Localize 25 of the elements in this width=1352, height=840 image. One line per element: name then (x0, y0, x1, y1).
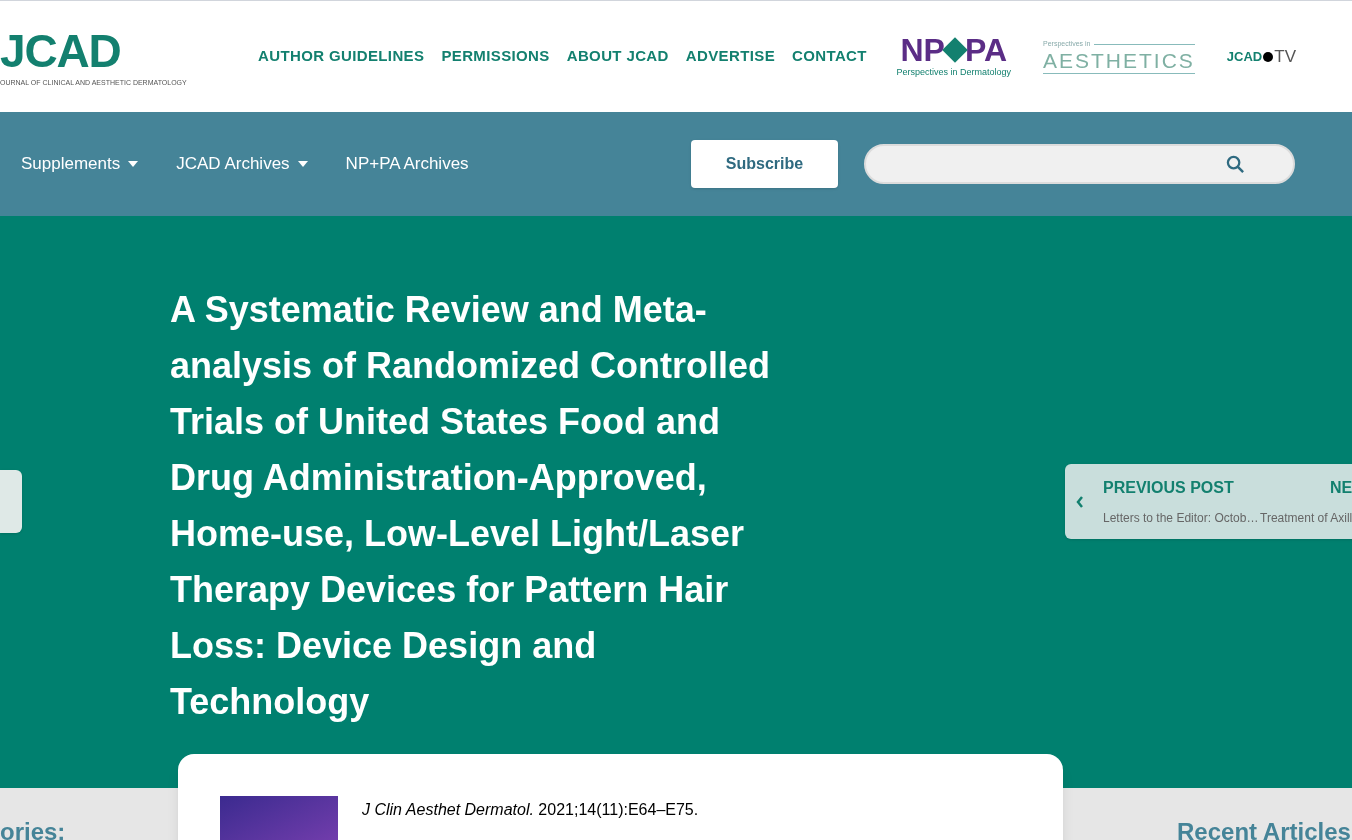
search-icon[interactable] (1226, 154, 1245, 174)
chevron-left-icon[interactable] (1076, 495, 1084, 508)
article-title: A Systematic Review and Meta-analysis of Randomized Controlled Trials of United States Food and Drug Administration-Approved, Home-use, Low-Level Light/Laser Therapy Devices for Pattern Hair Loss: Device Design and Technology (170, 288, 772, 724)
nav-link[interactable]: PERMISSIONS (441, 45, 550, 68)
recent-articles-heading: Recent Articles (1177, 817, 1351, 840)
caret-icon (297, 161, 308, 167)
subscribe-button[interactable]: Subscribe (691, 140, 838, 188)
jcad-tv-logo[interactable]: JCAD TV (1226, 43, 1296, 70)
menu-item[interactable]: JCAD Archives (176, 151, 308, 177)
categories-heading: ories: (0, 817, 66, 840)
previous-post-link[interactable]: PREVIOUS POST (1103, 476, 1260, 500)
nav-link[interactable]: AUTHOR GUIDELINES (258, 45, 425, 68)
nav-link[interactable]: ADVERTISE (685, 45, 776, 68)
menu-item[interactable]: NP+PA Archives (345, 151, 469, 177)
nav-link[interactable]: ABOUT JCAD (566, 45, 669, 68)
previous-post-title[interactable]: Letters to the Editor: Octob… (1103, 509, 1260, 527)
menu-item[interactable]: Supplements (21, 151, 139, 177)
nav-link[interactable]: CONTACT (792, 45, 867, 68)
next-post-link[interactable]: NE (1330, 476, 1352, 500)
caret-icon (128, 161, 139, 167)
search-field[interactable] (864, 144, 1295, 184)
citation: J Clin Aesthet Dermatol. 2021;14(11):E64–E75. (362, 800, 699, 820)
nppa-logo[interactable]: NP PA Perspectives in Dermatology (896, 33, 1011, 80)
next-post-title[interactable]: Treatment of Axill (1260, 509, 1352, 527)
site-logo[interactable]: JCAD (0, 28, 220, 75)
